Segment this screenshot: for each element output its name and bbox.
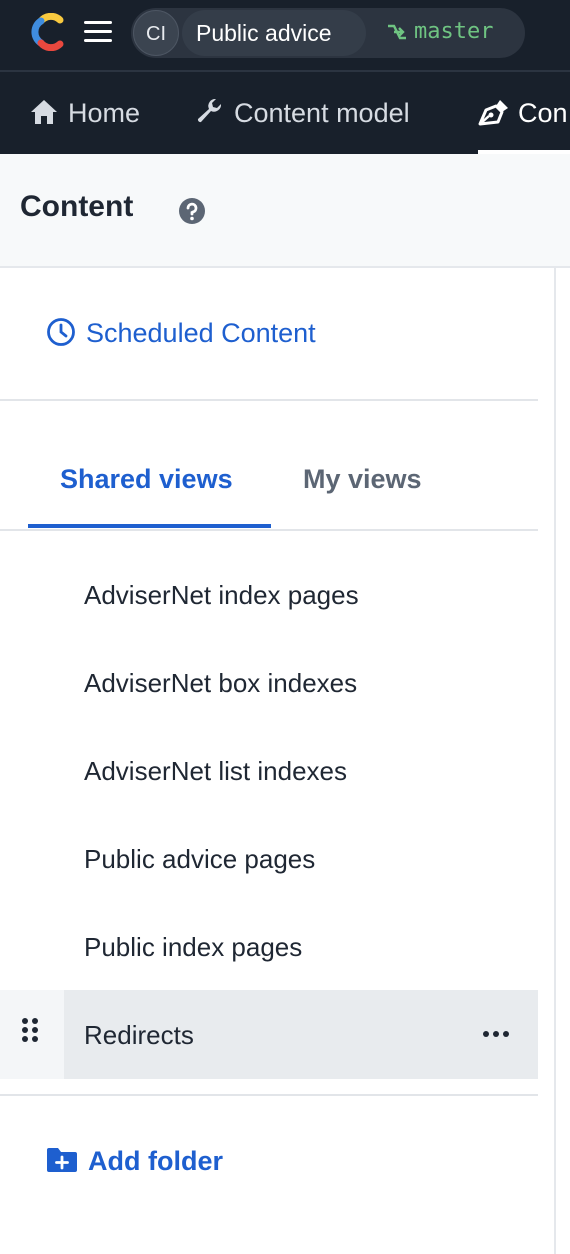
nav-item-label: Home (68, 98, 141, 128)
page-title: Content (20, 190, 134, 223)
tabs-divider (0, 529, 538, 531)
pen-nib-icon (478, 99, 508, 126)
contentful-logo-icon[interactable] (30, 13, 64, 51)
top-bar: CI Public advice master (0, 0, 570, 72)
list-item[interactable]: AdviserNet box indexes (84, 668, 357, 699)
wrench-icon (197, 98, 222, 122)
drag-handle-icon[interactable] (21, 1017, 39, 1043)
branch-icon (388, 24, 406, 40)
list-item[interactable]: Public advice pages (84, 844, 315, 875)
scheduled-content-link[interactable]: Scheduled Content (46, 317, 316, 350)
environment-switcher[interactable]: master (384, 10, 493, 56)
nav-item-label: Content model (234, 98, 410, 128)
list-item[interactable]: AdviserNet list indexes (84, 756, 347, 787)
question-circle-icon[interactable] (178, 197, 206, 225)
add-folder-label: Add folder (88, 1146, 223, 1176)
nav-item-content[interactable]: Con (478, 72, 570, 154)
environment-label: master (414, 19, 494, 44)
list-item[interactable]: Redirects (84, 1020, 194, 1051)
more-options-icon[interactable] (482, 1030, 510, 1038)
add-folder-button[interactable]: Add folder (46, 1146, 223, 1177)
views-sidebar: Scheduled Content Shared views My views … (0, 268, 556, 1254)
hamburger-menu-icon[interactable] (84, 21, 112, 43)
clock-icon (47, 317, 75, 346)
main-nav: Home Content model Con (0, 72, 570, 154)
content-header: Content (0, 154, 570, 268)
list-item[interactable]: Public index pages (84, 932, 302, 963)
tab-shared-views[interactable]: Shared views (60, 464, 233, 495)
active-tab-indicator (28, 524, 271, 528)
divider (0, 1094, 538, 1096)
tab-my-views[interactable]: My views (303, 464, 422, 495)
nav-item-content-model[interactable]: Content model (196, 72, 410, 154)
nav-item-home[interactable]: Home (30, 72, 140, 154)
space-name-button[interactable]: Public advice (182, 10, 366, 56)
scheduled-content-label: Scheduled Content (86, 318, 316, 348)
space-avatar[interactable]: CI (133, 10, 179, 56)
divider (0, 399, 538, 401)
home-icon (31, 99, 57, 124)
nav-item-label: Con (518, 98, 568, 128)
folder-plus-icon (47, 1147, 77, 1172)
list-item[interactable]: AdviserNet index pages (84, 580, 359, 611)
